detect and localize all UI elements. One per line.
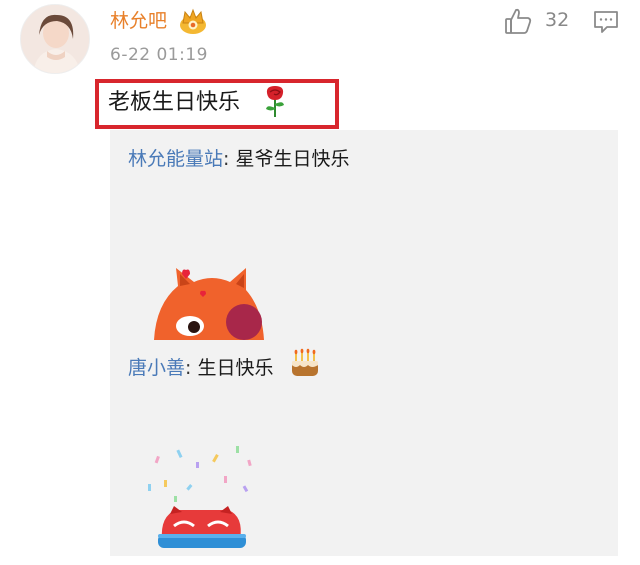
- thumbs-up-icon[interactable]: [503, 6, 533, 36]
- avatar[interactable]: [20, 4, 90, 74]
- comment-username[interactable]: 林允吧: [110, 8, 167, 34]
- reply-separator: :: [223, 148, 236, 170]
- party-confetti-sticker: [140, 440, 265, 550]
- comment-timestamp: 6-22 01:19: [110, 45, 208, 65]
- comment-bubble-icon[interactable]: [592, 8, 620, 36]
- reply-text: 生日快乐: [197, 357, 274, 379]
- rose-emoji-icon: [262, 84, 288, 118]
- birthday-cake-emoji-icon: [290, 348, 320, 378]
- reply-username[interactable]: 唐小善: [128, 357, 185, 379]
- like-count: 32: [545, 9, 570, 31]
- reply-item: 林允能量站: 星爷生日快乐: [128, 145, 349, 173]
- reply-separator: :: [185, 357, 198, 379]
- crown-badge-icon: [178, 7, 208, 35]
- fox-sticker: [150, 264, 270, 340]
- reply-username[interactable]: 林允能量站: [128, 148, 223, 170]
- comment-text: 老板生日快乐: [108, 90, 241, 115]
- reply-item: 唐小善: 生日快乐: [128, 354, 273, 382]
- reply-text: 星爷生日快乐: [235, 148, 350, 170]
